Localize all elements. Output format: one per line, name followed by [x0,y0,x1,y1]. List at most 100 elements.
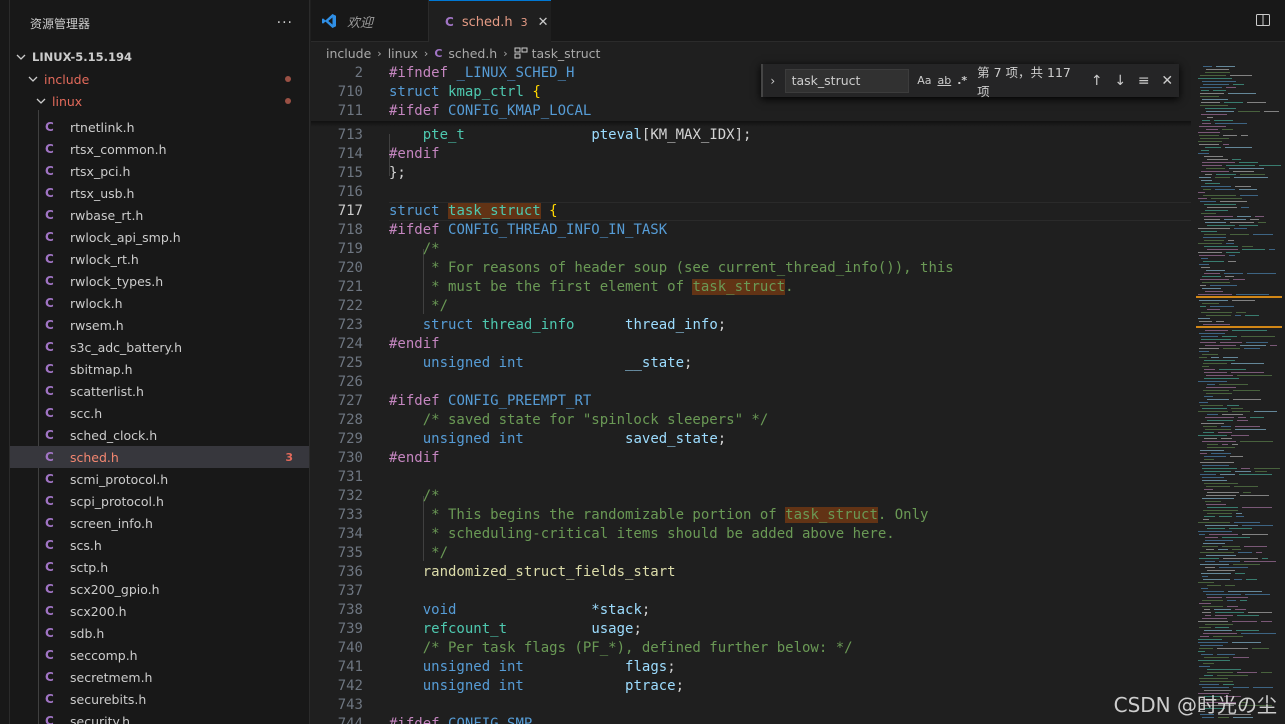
modified-dot-icon [285,98,291,104]
file-item[interactable]: Crtsx_common.h [10,138,309,160]
file-item[interactable]: Cscmi_protocol.h [10,468,309,490]
line-number: 739 [337,621,363,637]
minimap-stroke [1219,384,1248,385]
minimap-stroke [1237,216,1251,217]
c-file-icon: C [45,120,54,134]
file-item[interactable]: Csbitmap.h [10,358,309,380]
workspace-root[interactable]: LINUX-5.15.194 [10,46,309,68]
line-number: 741 [337,659,363,675]
file-item[interactable]: Csecretmem.h [10,666,309,688]
file-item[interactable]: Csecurity.h [10,710,309,724]
code-line: 717 struct task_struct { [311,202,1191,221]
file-item[interactable]: Crwlock_api_smp.h [10,226,309,248]
file-item[interactable]: Crwsem.h [10,314,309,336]
code-token: struct [422,317,482,333]
regex-icon[interactable]: .* [957,74,967,87]
minimap[interactable] [1192,64,1285,724]
minimap-stroke [1204,234,1226,235]
c-file-icon: C [45,362,54,376]
file-item[interactable]: Csctp.h [10,556,309,578]
file-item[interactable]: Cscs.h [10,534,309,556]
file-item[interactable]: Cscx200_gpio.h [10,578,309,600]
minimap-stroke [1228,93,1256,94]
line-number: 740 [337,640,363,656]
minimap-stroke [1210,306,1234,307]
minimap-stroke [1198,318,1210,319]
file-item[interactable]: Csdb.h [10,622,309,644]
tab-welcome[interactable]: 欢迎 [311,0,429,42]
minimap-stroke [1203,66,1212,67]
c-file-icon: C [45,406,54,420]
file-item[interactable]: Crwbase_rt.h [10,204,309,226]
minimap-stroke [1216,321,1224,322]
code-line: 732 /* [311,487,1191,506]
close-icon[interactable]: ✕ [1155,73,1179,89]
minimap-stroke [1199,351,1209,352]
next-match-icon[interactable]: ↓ [1108,73,1132,89]
line-number: 744 [337,716,363,724]
split-editor-icon[interactable] [1255,12,1271,28]
file-item[interactable]: Crwlock_types.h [10,270,309,292]
tab-bar: 欢迎 C sched.h 3 ✕ [311,0,1285,43]
minimap-stroke [1235,315,1241,316]
file-item[interactable]: Cseccomp.h [10,644,309,666]
minimap-stroke [1215,177,1230,178]
code-editor[interactable]: 2 #ifndef _LINUX_SCHED_H 710 struct kmap_ct… [311,64,1285,724]
line-number: 718 [337,222,363,238]
file-item[interactable]: Cscc.h [10,402,309,424]
find-in-selection-icon[interactable]: ≡ [1132,73,1156,89]
code-token: __state [625,355,685,371]
file-item[interactable]: Csecurebits.h [10,688,309,710]
breadcrumb-sched-h[interactable]: sched.h [448,46,497,61]
code-line: 715}; [311,164,1191,183]
file-item[interactable]: Cscx200.h [10,600,309,622]
file-item[interactable]: Cscatterlist.h [10,380,309,402]
match-case-icon[interactable]: Aa [917,74,931,87]
breadcrumb-linux[interactable]: linux [388,46,418,61]
minimap-stroke [1204,369,1215,370]
toggle-replace-icon[interactable]: › [763,74,783,88]
file-item[interactable]: Crtnetlink.h [10,116,309,138]
minimap-stroke [1198,642,1228,643]
file-item-label: scatterlist.h [70,383,144,399]
code-text: #endif [389,449,440,468]
minimap-stroke [1204,156,1223,157]
minimap-stroke [1225,585,1235,586]
file-item[interactable]: Crwlock.h [10,292,309,314]
file-item[interactable]: Cs3c_adc_battery.h [10,336,309,358]
file-item[interactable]: Csched_clock.h [10,424,309,446]
file-item[interactable]: Crtsx_usb.h [10,182,309,204]
folder-linux[interactable]: linux [10,90,309,112]
file-item[interactable]: Cscpi_protocol.h [10,490,309,512]
minimap-stroke [1202,120,1210,121]
minimap-stroke [1213,90,1226,91]
close-icon[interactable]: ✕ [538,15,549,30]
code-token: CONFIG_KMAP_LOCAL [448,103,592,119]
find-input[interactable]: task_struct [784,68,910,93]
minimap-stroke [1204,204,1236,205]
tab-sched-h[interactable]: C sched.h 3 ✕ [429,0,551,43]
more-actions-icon[interactable]: ··· [277,15,293,31]
line-number: 714 [337,146,363,162]
file-item[interactable]: Cscreen_info.h [10,512,309,534]
minimap-stroke [1202,288,1221,289]
file-item[interactable]: Crtsx_pci.h [10,160,309,182]
breadcrumb-task-struct[interactable]: task_struct [532,46,601,61]
minimap-stroke [1204,216,1233,217]
file-item[interactable]: Csched.h 3 [10,446,309,468]
minimap-stroke [1233,687,1249,688]
minimap-stroke [1205,72,1230,73]
minimap-stroke [1235,426,1260,427]
folder-include[interactable]: include [10,68,309,90]
previous-match-icon[interactable]: ↑ [1085,73,1109,89]
code-line: 729 unsigned int saved_state; [311,430,1191,449]
c-file-icon: C [45,340,54,354]
code-line: 740 /* Per task flags (PF_*), defined fu… [311,639,1191,658]
whole-word-icon[interactable]: ab [937,74,951,87]
minimap-stroke [1203,510,1238,511]
file-item[interactable]: Crwlock_rt.h [10,248,309,270]
breadcrumb-include[interactable]: include [326,46,371,61]
